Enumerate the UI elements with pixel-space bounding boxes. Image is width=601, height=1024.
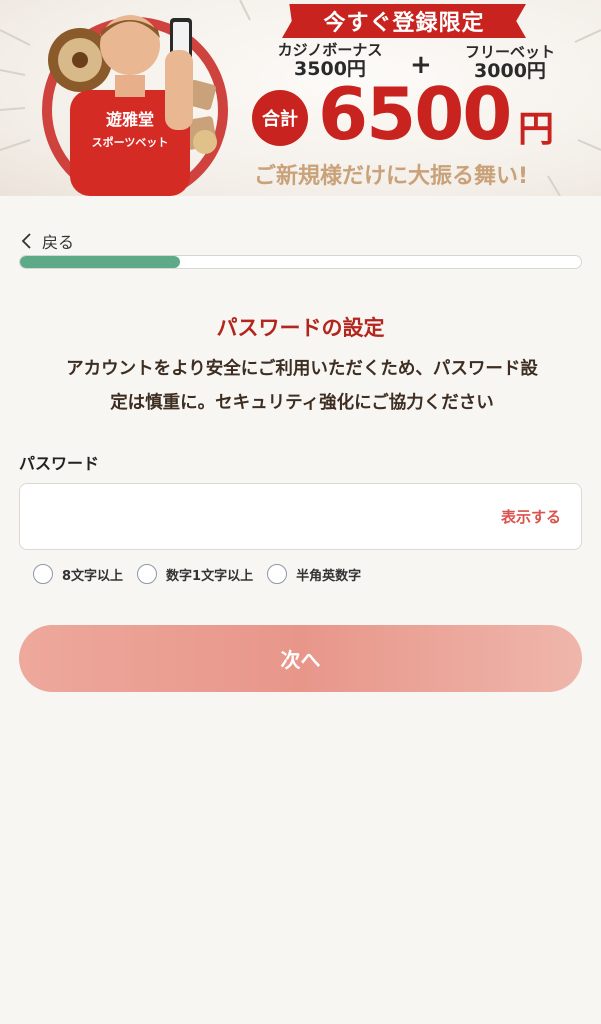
description-line-2: 定は慎重に。セキュリティ強化にご協力ください <box>110 393 494 413</box>
mascot-illustration: 遊雅堂 スポーツベット <box>42 15 228 196</box>
total-unit: 円 <box>518 109 555 150</box>
total-amount: 6500 <box>318 72 512 156</box>
chevron-left-icon <box>21 233 31 249</box>
page-description: アカウントをより安全にご利用いただくため、パスワード設 定は慎重に。セキュリティ… <box>26 352 578 420</box>
ribbon-text: 今すぐ登録限定 <box>323 11 485 36</box>
casino-bonus-label: カジノボーナス <box>277 41 383 59</box>
rule-label: 半角英数字 <box>296 568 362 584</box>
rule-label: 8文字以上 <box>62 568 124 584</box>
rule-number: 数字1文字以上 <box>137 564 253 584</box>
next-button[interactable]: 次へ <box>19 625 582 692</box>
free-bet-label: フリーベット <box>464 43 555 61</box>
page-title: パスワードの設定 <box>216 316 385 340</box>
next-button-label: 次へ <box>280 648 321 672</box>
rule-min-length: 8文字以上 <box>33 564 123 584</box>
password-input[interactable] <box>36 484 476 549</box>
back-button[interactable]: 戻る <box>20 229 74 253</box>
password-field[interactable]: 表示する <box>19 483 582 550</box>
description-line-1: アカウントをより安全にご利用いただくため、パスワード設 <box>66 359 538 379</box>
password-rules: 8文字以上 数字1文字以上 半角英数字 <box>33 564 361 584</box>
shirt-text-2: スポーツベット <box>92 135 169 149</box>
progress-fill <box>20 256 180 268</box>
total-badge: 合計 <box>252 90 308 146</box>
shirt-text-1: 遊雅堂 <box>106 110 154 129</box>
promo-banner[interactable]: 遊雅堂 スポーツベット 今すぐ登録限定 カジノボーナス 3500円 + フリーベ… <box>0 0 601 196</box>
rule-alphanumeric: 半角英数字 <box>267 564 361 584</box>
progress-bar <box>19 255 582 269</box>
rule-label: 数字1文字以上 <box>166 568 254 584</box>
ribbon-registration-limited: 今すぐ登録限定 <box>282 4 526 38</box>
rule-indicator-icon <box>33 564 53 584</box>
rule-indicator-icon <box>137 564 158 584</box>
back-label: 戻る <box>42 233 75 252</box>
rule-indicator-icon <box>267 564 288 584</box>
show-password-button[interactable]: 表示する <box>501 506 561 527</box>
banner-tagline: ご新規様だけに大振る舞い! <box>254 164 529 189</box>
password-label: パスワード <box>19 454 100 473</box>
